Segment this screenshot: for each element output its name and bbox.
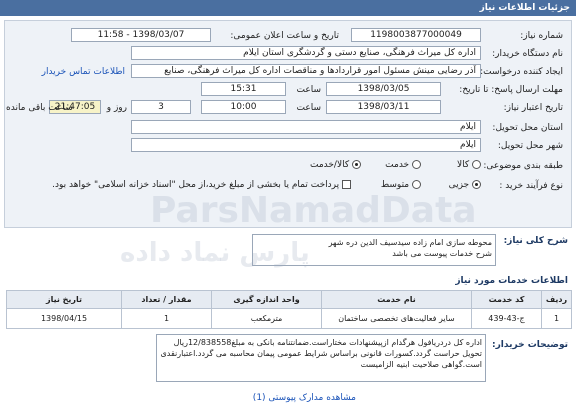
general-description-title: شرح کلی نیاز: [503,236,568,246]
province-field: ایلام [131,120,481,134]
reply-deadline-label: مهلت ارسال پاسخ: تا تاریخ: [459,85,563,95]
cell-need-date: 1398/04/15 [6,308,122,329]
page-header: جزئیات اطلاعات نیاز [0,0,576,16]
treasury-option[interactable]: پرداخت تمام یا بخشی از مبلغ خرید،از محل … [52,180,351,190]
cell-service-name: سایر فعالیت‌های تخصصی ساختمان [321,308,472,329]
cell-row: 1 [541,308,572,329]
general-description-line-1: محوطه سازی امام زاده سیدسیف الدین دره شه… [328,238,492,247]
province-label: استان محل تحویل: [492,123,563,133]
purchase-option-minor[interactable]: جزیی [449,180,481,190]
buyer-notes-text: اداره کل دردریافول هرگدام ازپیشنهادات مخ… [160,338,482,369]
col-row: ردیف [541,290,572,309]
reply-time-field: 15:31 [201,82,286,96]
announce-label: تاریخ و ساعت اعلان عمومی: [230,31,339,41]
buyer-notes-box: اداره کل دردریافول هرگدام ازپیشنهادات مخ… [156,334,486,382]
category-option-service[interactable]: خدمت [385,160,421,170]
radio-service[interactable] [412,160,421,169]
buyer-label: نام دستگاه خریدار: [492,49,563,59]
col-unit: واحد اندازه گیری [211,290,322,309]
buyer-notes-title: توضیحات خریدار: [492,340,568,350]
need-details-panel: شماره نیاز: 1198003877000049 تاریخ و ساع… [4,20,572,228]
cell-service-code: ج-43-439 [471,308,542,329]
treasury-checkbox[interactable] [342,180,351,189]
category-option-goods[interactable]: کالا [457,160,481,170]
radio-minor[interactable] [472,180,481,189]
buyer-contact-link[interactable]: اطلاعات تماس خریدار [42,67,125,77]
radio-goods[interactable] [472,160,481,169]
radio-goods-service[interactable] [352,160,361,169]
reply-date-field: 1398/03/05 [326,82,441,96]
days-label: روز و [106,103,127,113]
purchase-option-medium[interactable]: متوسط [381,180,421,190]
need-number-field: 1198003877000049 [351,28,481,42]
services-header-row: ردیف کد خدمت نام خدمت واحد اندازه گیری م… [6,290,572,309]
city-label: شهر محل تحویل: [497,141,563,151]
remaining-time-label: ساعت باقی مانده [6,103,73,113]
need-number-label: شماره نیاز: [520,31,563,41]
days-field: 3 [131,100,191,114]
col-need-date: تاریخ نیاز [6,290,122,309]
table-row: 1 ج-43-439 سایر فعالیت‌های تخصصی ساختمان… [6,308,572,329]
validity-label: تاریخ اعتبار نیاز: [503,103,563,113]
services-title: اطلاعات خدمات مورد نیاز [455,276,568,286]
category-option-goods-service[interactable]: کالا/خدمت [310,160,361,170]
services-table: ردیف کد خدمت نام خدمت واحد اندازه گیری م… [6,290,572,329]
page-title: جزئیات اطلاعات نیاز [479,3,570,13]
general-description-line-2: شرح خدمات پیوست می باشد [392,249,492,258]
col-service-name: نام خدمت [321,290,472,309]
general-description-box: محوطه سازی امام زاده سیدسیف الدین دره شه… [252,234,496,266]
city-field: ایلام [131,138,481,152]
validity-date-field: 1398/03/11 [326,100,441,114]
purchase-label: نوع فرآیند خرید : [499,181,563,191]
attachments-link[interactable]: مشاهده مدارک پیوستی (1) [253,393,356,403]
validity-time-field: 10:00 [201,100,286,114]
col-service-code: کد خدمت [471,290,542,309]
buyer-field: اداره کل میراث فرهنگی، صنایع دستی و گردش… [131,46,481,60]
validity-time-label: ساعت [296,103,322,113]
radio-medium[interactable] [412,180,421,189]
category-label: طبقه بندی موضوعی: [483,161,563,171]
reply-time-label: ساعت [296,85,322,95]
creator-label: ایجاد کننده درخواست: [480,67,563,77]
cell-unit: مترمکعب [211,308,322,329]
creator-field: آذر رضایی مینش مسئول امور قراردادها و من… [131,64,481,78]
cell-quantity: 1 [121,308,212,329]
announce-field: 1398/03/07 - 11:58 [71,28,211,42]
col-quantity: مقدار / تعداد [121,290,212,309]
